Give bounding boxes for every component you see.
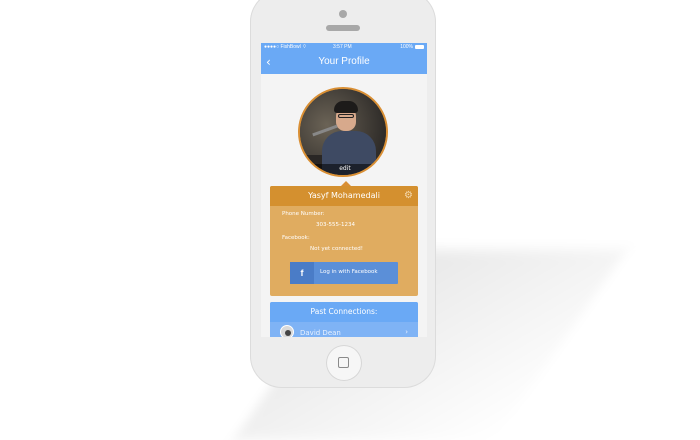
chevron-right-icon: › <box>405 328 408 336</box>
profile-card-header: Yasyf Mohamedali ⚙ <box>270 186 418 206</box>
facebook-icon: f <box>290 262 314 284</box>
connection-name: David Dean <box>300 329 341 337</box>
gear-icon[interactable]: ⚙ <box>404 190 413 202</box>
page-title: Your Profile <box>318 56 370 67</box>
facebook-login-label: Log in with Facebook <box>320 269 378 275</box>
phone-screen: ●●●●○ FishBowl ⌔ 3:57 PM 100% ‹ Your Pro… <box>261 43 427 337</box>
home-square-icon <box>338 357 349 368</box>
camera <box>339 10 347 18</box>
battery-icon <box>415 45 424 49</box>
status-bar: ●●●●○ FishBowl ⌔ 3:57 PM 100% <box>261 43 427 52</box>
past-connections-header: Past Connections: <box>270 302 418 322</box>
carrier-label: ●●●●○ FishBowl ⌔ <box>264 44 307 50</box>
phone-value: 303-555-1234 <box>316 222 355 228</box>
profile-name: Yasyf Mohamedali <box>308 191 380 200</box>
avatar <box>280 325 294 337</box>
clock: 3:57 PM <box>333 44 352 50</box>
facebook-label: Facebook: <box>282 235 310 241</box>
past-connections-title: Past Connections: <box>310 307 378 316</box>
battery-percent: 100% <box>400 44 413 50</box>
profile-card: Yasyf Mohamedali ⚙ Phone Number: 303-555… <box>270 186 418 296</box>
home-button[interactable] <box>326 345 362 381</box>
avatar-photo-glasses <box>338 114 354 118</box>
nav-bar: ‹ Your Profile <box>261 52 427 74</box>
avatar-photo-hair <box>334 101 358 113</box>
speaker <box>326 25 360 31</box>
facebook-login-button[interactable]: f Log in with Facebook <box>290 262 398 284</box>
phone-label: Phone Number: <box>282 211 325 217</box>
past-connections-card: Past Connections: David Dean › <box>270 302 418 337</box>
avatar-edit-label[interactable]: edit <box>300 165 386 172</box>
profile-avatar[interactable]: edit <box>298 87 388 177</box>
avatar-inner <box>285 330 291 336</box>
facebook-status: Not yet connected! <box>310 246 363 252</box>
